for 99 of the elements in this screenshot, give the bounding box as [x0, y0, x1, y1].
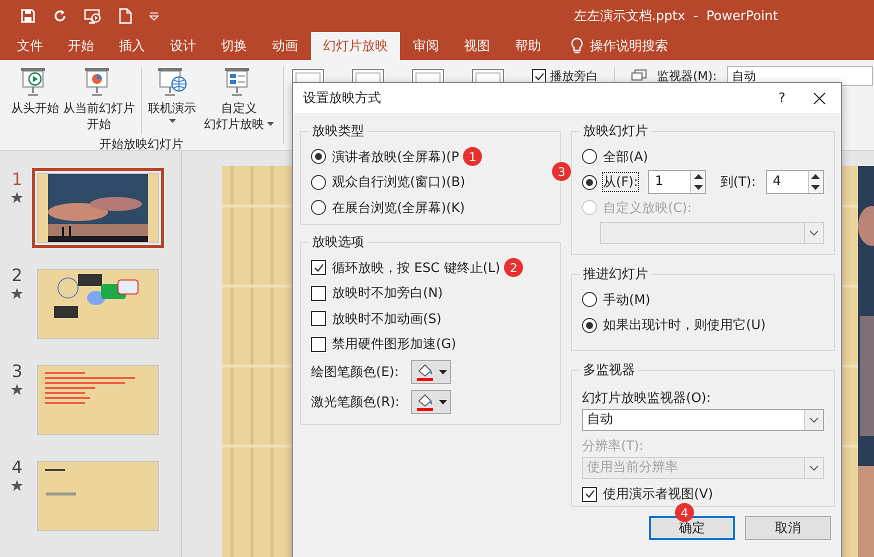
radio-button[interactable]: [582, 292, 597, 308]
chevron-down-icon: [809, 230, 819, 236]
caret-icon: [439, 400, 447, 404]
radio-label: 在展台浏览(全屏幕)(K): [332, 200, 465, 217]
radio-label: 自定义放映(C):: [603, 200, 692, 217]
ribbon-tab[interactable]: 开始: [56, 32, 106, 60]
paint-bucket-icon: [415, 392, 435, 412]
group-title: 推进幻灯片: [582, 266, 649, 283]
radio-button[interactable]: [582, 174, 597, 190]
radio-button[interactable]: [582, 318, 597, 333]
color-label: 绘图笔颜色(E):: [311, 364, 400, 381]
slide-number: 3: [12, 363, 22, 381]
window-title: 左左演示文档.pptx - PowerPoint: [574, 8, 778, 25]
redo-icon[interactable]: [52, 8, 68, 24]
number-badge: 4: [675, 503, 694, 522]
ribbon-tab[interactable]: 幻灯片放映: [311, 32, 400, 60]
projector-screen-icon: [155, 66, 189, 98]
number-badge: 1: [463, 147, 482, 166]
new-file-icon[interactable]: [118, 8, 132, 24]
star-icon: [11, 384, 23, 395]
color-picker-button[interactable]: [411, 360, 451, 384]
ribbon-button[interactable]: 从当前幻灯片 开始: [61, 64, 137, 134]
field-label: 幻灯片放映监视器(O):: [582, 390, 712, 407]
slide-number: 4: [12, 459, 22, 477]
dialog-button[interactable]: 确定: [649, 516, 735, 540]
ribbon-tab[interactable]: 设计: [158, 32, 208, 60]
check-icon: [312, 262, 324, 274]
check-icon: [584, 488, 596, 500]
ribbon-tab[interactable]: 插入: [107, 32, 157, 60]
radio-button[interactable]: [311, 149, 326, 164]
radio-label: 从(F):: [603, 173, 638, 192]
group-label: 开始放映幻灯片: [100, 136, 184, 153]
slide-number: 1: [12, 171, 22, 189]
radio-button[interactable]: [311, 200, 326, 216]
save-icon[interactable]: [20, 8, 36, 24]
spin-up-icon[interactable]: [811, 174, 820, 180]
dialog-button[interactable]: 取消: [745, 516, 831, 540]
color-picker-button[interactable]: [411, 390, 451, 414]
lightbulb-icon: [570, 37, 584, 55]
number-field[interactable]: 4: [766, 170, 824, 194]
check-icon: [534, 70, 544, 82]
checkbox[interactable]: [311, 336, 326, 352]
radio-button[interactable]: [311, 174, 326, 190]
number-badge: 2: [504, 258, 524, 278]
color-label: 激光笔颜色(R):: [311, 394, 401, 411]
ribbon-tab[interactable]: 文件: [5, 32, 55, 60]
checkbox-label: 播放旁白: [550, 68, 598, 84]
checkbox-label: 禁用硬件图形加速(G): [332, 336, 456, 354]
checkbox[interactable]: [311, 311, 326, 326]
caret-icon: [439, 370, 447, 374]
spin-down-icon[interactable]: [694, 185, 703, 190]
spin-up-icon[interactable]: [694, 174, 703, 180]
slide-number: 2: [12, 267, 22, 285]
ribbon-tab[interactable]: 审阅: [401, 32, 451, 60]
group-title: 放映选项: [311, 234, 365, 251]
ribbon-button[interactable]: 自定义 幻灯片放映: [204, 64, 274, 134]
presentation-icon[interactable]: [84, 8, 102, 24]
radio-label: 手动(M): [603, 292, 650, 309]
radio-label: 全部(A): [603, 148, 648, 166]
star-icon: [11, 288, 23, 299]
chevron-down-icon: [809, 417, 819, 423]
group-title: 放映幻灯片: [582, 123, 649, 140]
group-title: 多监视器: [582, 362, 636, 379]
ribbon-button[interactable]: 联机演示: [146, 64, 198, 126]
ribbon-tab[interactable]: 动画: [260, 32, 310, 60]
star-icon: [11, 192, 23, 203]
checkbox[interactable]: [311, 286, 326, 301]
radio-button[interactable]: [582, 149, 597, 164]
star-icon: [11, 480, 23, 491]
checkbox-label: 使用演示者视图(V): [603, 486, 714, 503]
checkbox[interactable]: [311, 260, 326, 276]
help-button[interactable]: ?: [767, 90, 797, 106]
field-label: 分辨率(T):: [582, 438, 644, 455]
checkbox-label: 循环放映，按 ESC 键终止(L): [332, 260, 500, 277]
monitor-label: 监视器(M):: [657, 68, 717, 84]
radio-label: 如果出现计时，则使用它(U): [603, 317, 766, 334]
checkbox[interactable]: [532, 69, 546, 83]
ribbon-tab[interactable]: 帮助: [503, 32, 553, 60]
checkbox[interactable]: [582, 486, 597, 502]
tell-me-search[interactable]: 操作说明搜索: [590, 32, 668, 60]
ribbon-tab[interactable]: 视图: [452, 32, 502, 60]
radio-label: 观众自行浏览(窗口)(B): [332, 174, 466, 192]
customize-caret-icon[interactable]: [148, 11, 160, 21]
ribbon-button[interactable]: 从头开始: [9, 64, 61, 118]
checkbox-label: 放映时不加旁白(N): [332, 285, 443, 302]
radio-label: 演讲者放映(全屏幕)(P: [332, 148, 460, 166]
group-title: 放映类型: [311, 123, 365, 140]
close-icon: [812, 92, 826, 104]
field-label: 到(T):: [720, 174, 756, 192]
dialog-title: 设置放映方式: [303, 90, 381, 107]
number-badge: 3: [552, 162, 572, 181]
number-field[interactable]: 1: [648, 170, 706, 194]
ribbon-tab[interactable]: 切换: [209, 32, 259, 60]
monitor-icon: [631, 69, 647, 83]
paint-bucket-icon: [415, 362, 435, 382]
checkbox-label: 放映时不加动画(S): [332, 310, 442, 328]
chevron-down-icon: [809, 465, 819, 471]
spin-down-icon[interactable]: [811, 185, 820, 190]
dropdown[interactable]: 自动: [582, 409, 824, 431]
